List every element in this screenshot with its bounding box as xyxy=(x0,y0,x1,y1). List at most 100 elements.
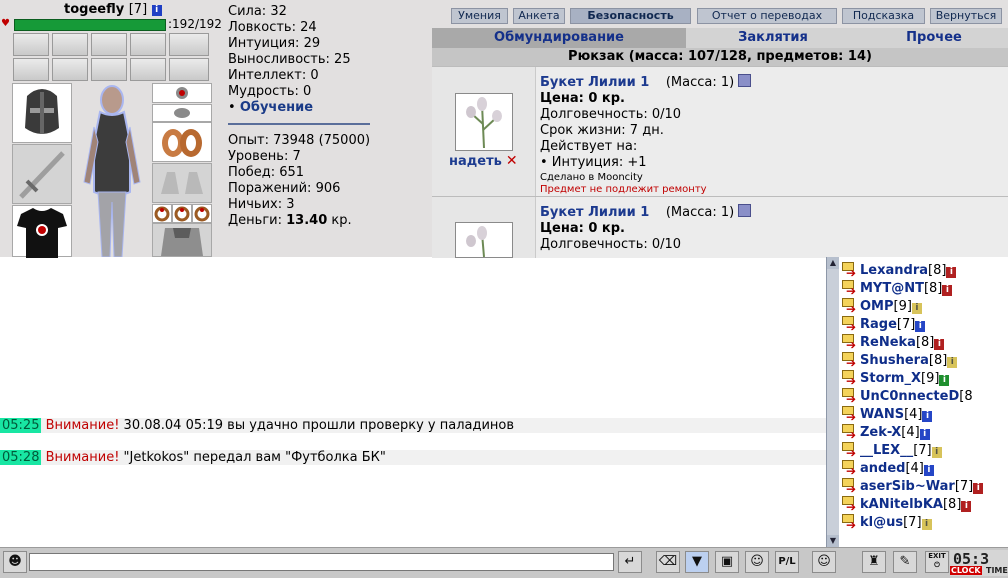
user-name[interactable]: ОМР xyxy=(860,299,894,314)
private-message-icon[interactable]: ➔ xyxy=(842,460,860,477)
security-button[interactable]: Безопасность xyxy=(570,8,691,24)
ring-slot[interactable] xyxy=(152,204,172,223)
user-name[interactable]: WANS xyxy=(860,407,904,422)
private-message-icon[interactable]: ➔ xyxy=(842,262,860,279)
training-link[interactable]: • Обучение xyxy=(228,100,351,116)
user-info-icon[interactable]: i xyxy=(961,501,972,512)
filter-icon[interactable]: ▼ xyxy=(685,551,709,573)
private-message-icon[interactable]: ➔ xyxy=(842,496,860,513)
smile-icon[interactable]: ☺ xyxy=(812,551,836,573)
info-icon[interactable]: i xyxy=(151,5,162,16)
private-message-icon[interactable]: ➔ xyxy=(842,370,860,387)
online-user-row[interactable]: ➔ Zek-X[4] i xyxy=(842,424,930,442)
private-message-icon[interactable]: ➔ xyxy=(842,352,860,369)
ring-slot[interactable] xyxy=(192,204,212,223)
user-info-icon[interactable]: i xyxy=(973,483,984,494)
online-user-row[interactable]: ➔ __LEX__[7] i xyxy=(842,442,942,460)
bag-icon[interactable]: ♜ xyxy=(862,551,886,573)
online-user-row[interactable]: ➔ anded[4] i xyxy=(842,460,934,478)
bracers-slot[interactable] xyxy=(152,122,212,162)
user-info-icon[interactable]: i xyxy=(915,321,926,332)
private-message-icon[interactable]: ➔ xyxy=(842,280,860,297)
send-icon[interactable]: ↵ xyxy=(618,551,642,573)
online-user-row[interactable]: ➔ kl@us[7] i xyxy=(842,514,932,532)
scroll-slot[interactable] xyxy=(52,58,88,81)
item-image[interactable] xyxy=(455,93,513,151)
user-info-icon[interactable]: i xyxy=(922,411,933,422)
user-name[interactable]: kANitelbKA xyxy=(860,497,943,512)
ring-slot[interactable] xyxy=(172,204,192,223)
user-info-icon[interactable]: i xyxy=(911,303,922,314)
scroll-slot[interactable] xyxy=(13,33,49,56)
scroll-down-icon[interactable]: ▼ xyxy=(827,535,839,547)
user-info-icon[interactable]: i xyxy=(921,519,932,530)
private-message-icon[interactable]: ➔ xyxy=(842,334,860,351)
private-message-icon[interactable]: ➔ xyxy=(842,298,860,315)
hero-name[interactable]: togeefly [7] i xyxy=(64,2,162,17)
private-message-icon[interactable]: ➔ xyxy=(842,406,860,423)
person-icon[interactable]: ☺ xyxy=(745,551,769,573)
scroll-slot[interactable] xyxy=(91,33,127,56)
scroll-slot[interactable] xyxy=(91,58,127,81)
weapon-slot[interactable] xyxy=(12,144,72,204)
online-user-row[interactable]: ➔ aserSib~War[7] i xyxy=(842,478,984,496)
user-name[interactable]: ReNeka xyxy=(860,335,916,350)
private-message-icon[interactable]: ➔ xyxy=(842,388,860,405)
user-info-icon[interactable]: i xyxy=(947,357,958,368)
delete-icon[interactable]: ✕ xyxy=(506,153,518,169)
online-user-row[interactable]: ➔ Shushera[8] i xyxy=(842,352,958,370)
scroll-icon[interactable]: ✎ xyxy=(893,551,917,573)
user-info-icon[interactable]: i xyxy=(939,375,950,386)
scroll-slot[interactable] xyxy=(169,58,209,81)
scroll-slot[interactable] xyxy=(169,33,209,56)
online-user-row[interactable]: ➔ WANS[4] i xyxy=(842,406,933,424)
private-message-icon[interactable]: ➔ xyxy=(842,442,860,459)
shirt-slot[interactable] xyxy=(12,205,72,258)
private-message-icon[interactable]: ➔ xyxy=(842,514,860,531)
skills-button[interactable]: Умения xyxy=(451,8,508,24)
user-name[interactable]: Lexandra xyxy=(860,263,928,278)
wear-link[interactable]: надеть ✕ xyxy=(449,153,518,169)
user-name[interactable]: anded xyxy=(860,461,905,476)
online-user-row[interactable]: ➔ Storm_X[9] i xyxy=(842,370,950,388)
user-info-icon[interactable]: i xyxy=(946,267,957,278)
return-button[interactable]: Вернуться xyxy=(930,8,1002,24)
user-name[interactable]: Zek-X xyxy=(860,425,901,440)
eraser-icon[interactable]: ⌫ xyxy=(656,551,680,573)
online-user-row[interactable]: ➔ kANitelbKA[8] i xyxy=(842,496,972,514)
message-time[interactable]: 05:28 xyxy=(0,450,42,465)
user-info-icon[interactable]: i xyxy=(942,285,953,296)
item-name[interactable]: Букет Лилии 1 xyxy=(540,75,649,90)
armor-slot[interactable] xyxy=(152,223,212,257)
user-info-icon[interactable]: i xyxy=(931,447,942,458)
earring-slot[interactable] xyxy=(152,104,212,122)
hint-button[interactable]: Подсказка xyxy=(842,8,925,24)
scroll-slot[interactable] xyxy=(13,58,49,81)
user-name[interactable]: kl@us xyxy=(860,515,903,530)
item-name[interactable]: Букет Лилии 1 xyxy=(540,205,649,220)
scroll-slot[interactable] xyxy=(130,33,166,56)
user-name[interactable]: Rage xyxy=(860,317,897,332)
user-info-icon[interactable]: i xyxy=(923,465,934,476)
profile-button[interactable]: Анкета xyxy=(513,8,565,24)
user-info-icon[interactable]: i xyxy=(919,429,930,440)
scroll-up-icon[interactable]: ▲ xyxy=(827,257,839,269)
pl-icon[interactable]: P/L xyxy=(775,551,799,573)
scroll-slot[interactable] xyxy=(52,33,88,56)
online-user-row[interactable]: ➔ Lexandra[8] i xyxy=(842,262,957,280)
smiles-icon[interactable]: ☻ xyxy=(3,551,27,573)
user-info-icon[interactable]: i xyxy=(934,339,945,350)
scroll-slot[interactable] xyxy=(130,58,166,81)
user-name[interactable]: Shushera xyxy=(860,353,929,368)
user-name[interactable]: MYT@NT xyxy=(860,281,924,296)
tab-equipment[interactable]: Обмундирование xyxy=(432,28,686,48)
online-user-row[interactable]: ➔ UnC0nnecteD[8 xyxy=(842,388,973,406)
online-user-row[interactable]: ➔ ReNeka[8] i xyxy=(842,334,945,352)
private-message-icon[interactable]: ➔ xyxy=(842,424,860,441)
online-user-row[interactable]: ➔ Rage[7] i xyxy=(842,316,926,334)
helmet-slot[interactable] xyxy=(12,83,72,143)
private-message-icon[interactable]: ➔ xyxy=(842,316,860,333)
tab-spells[interactable]: Заклятия xyxy=(686,28,860,48)
user-name[interactable]: Storm_X xyxy=(860,371,921,386)
gloves-slot[interactable] xyxy=(152,163,212,203)
